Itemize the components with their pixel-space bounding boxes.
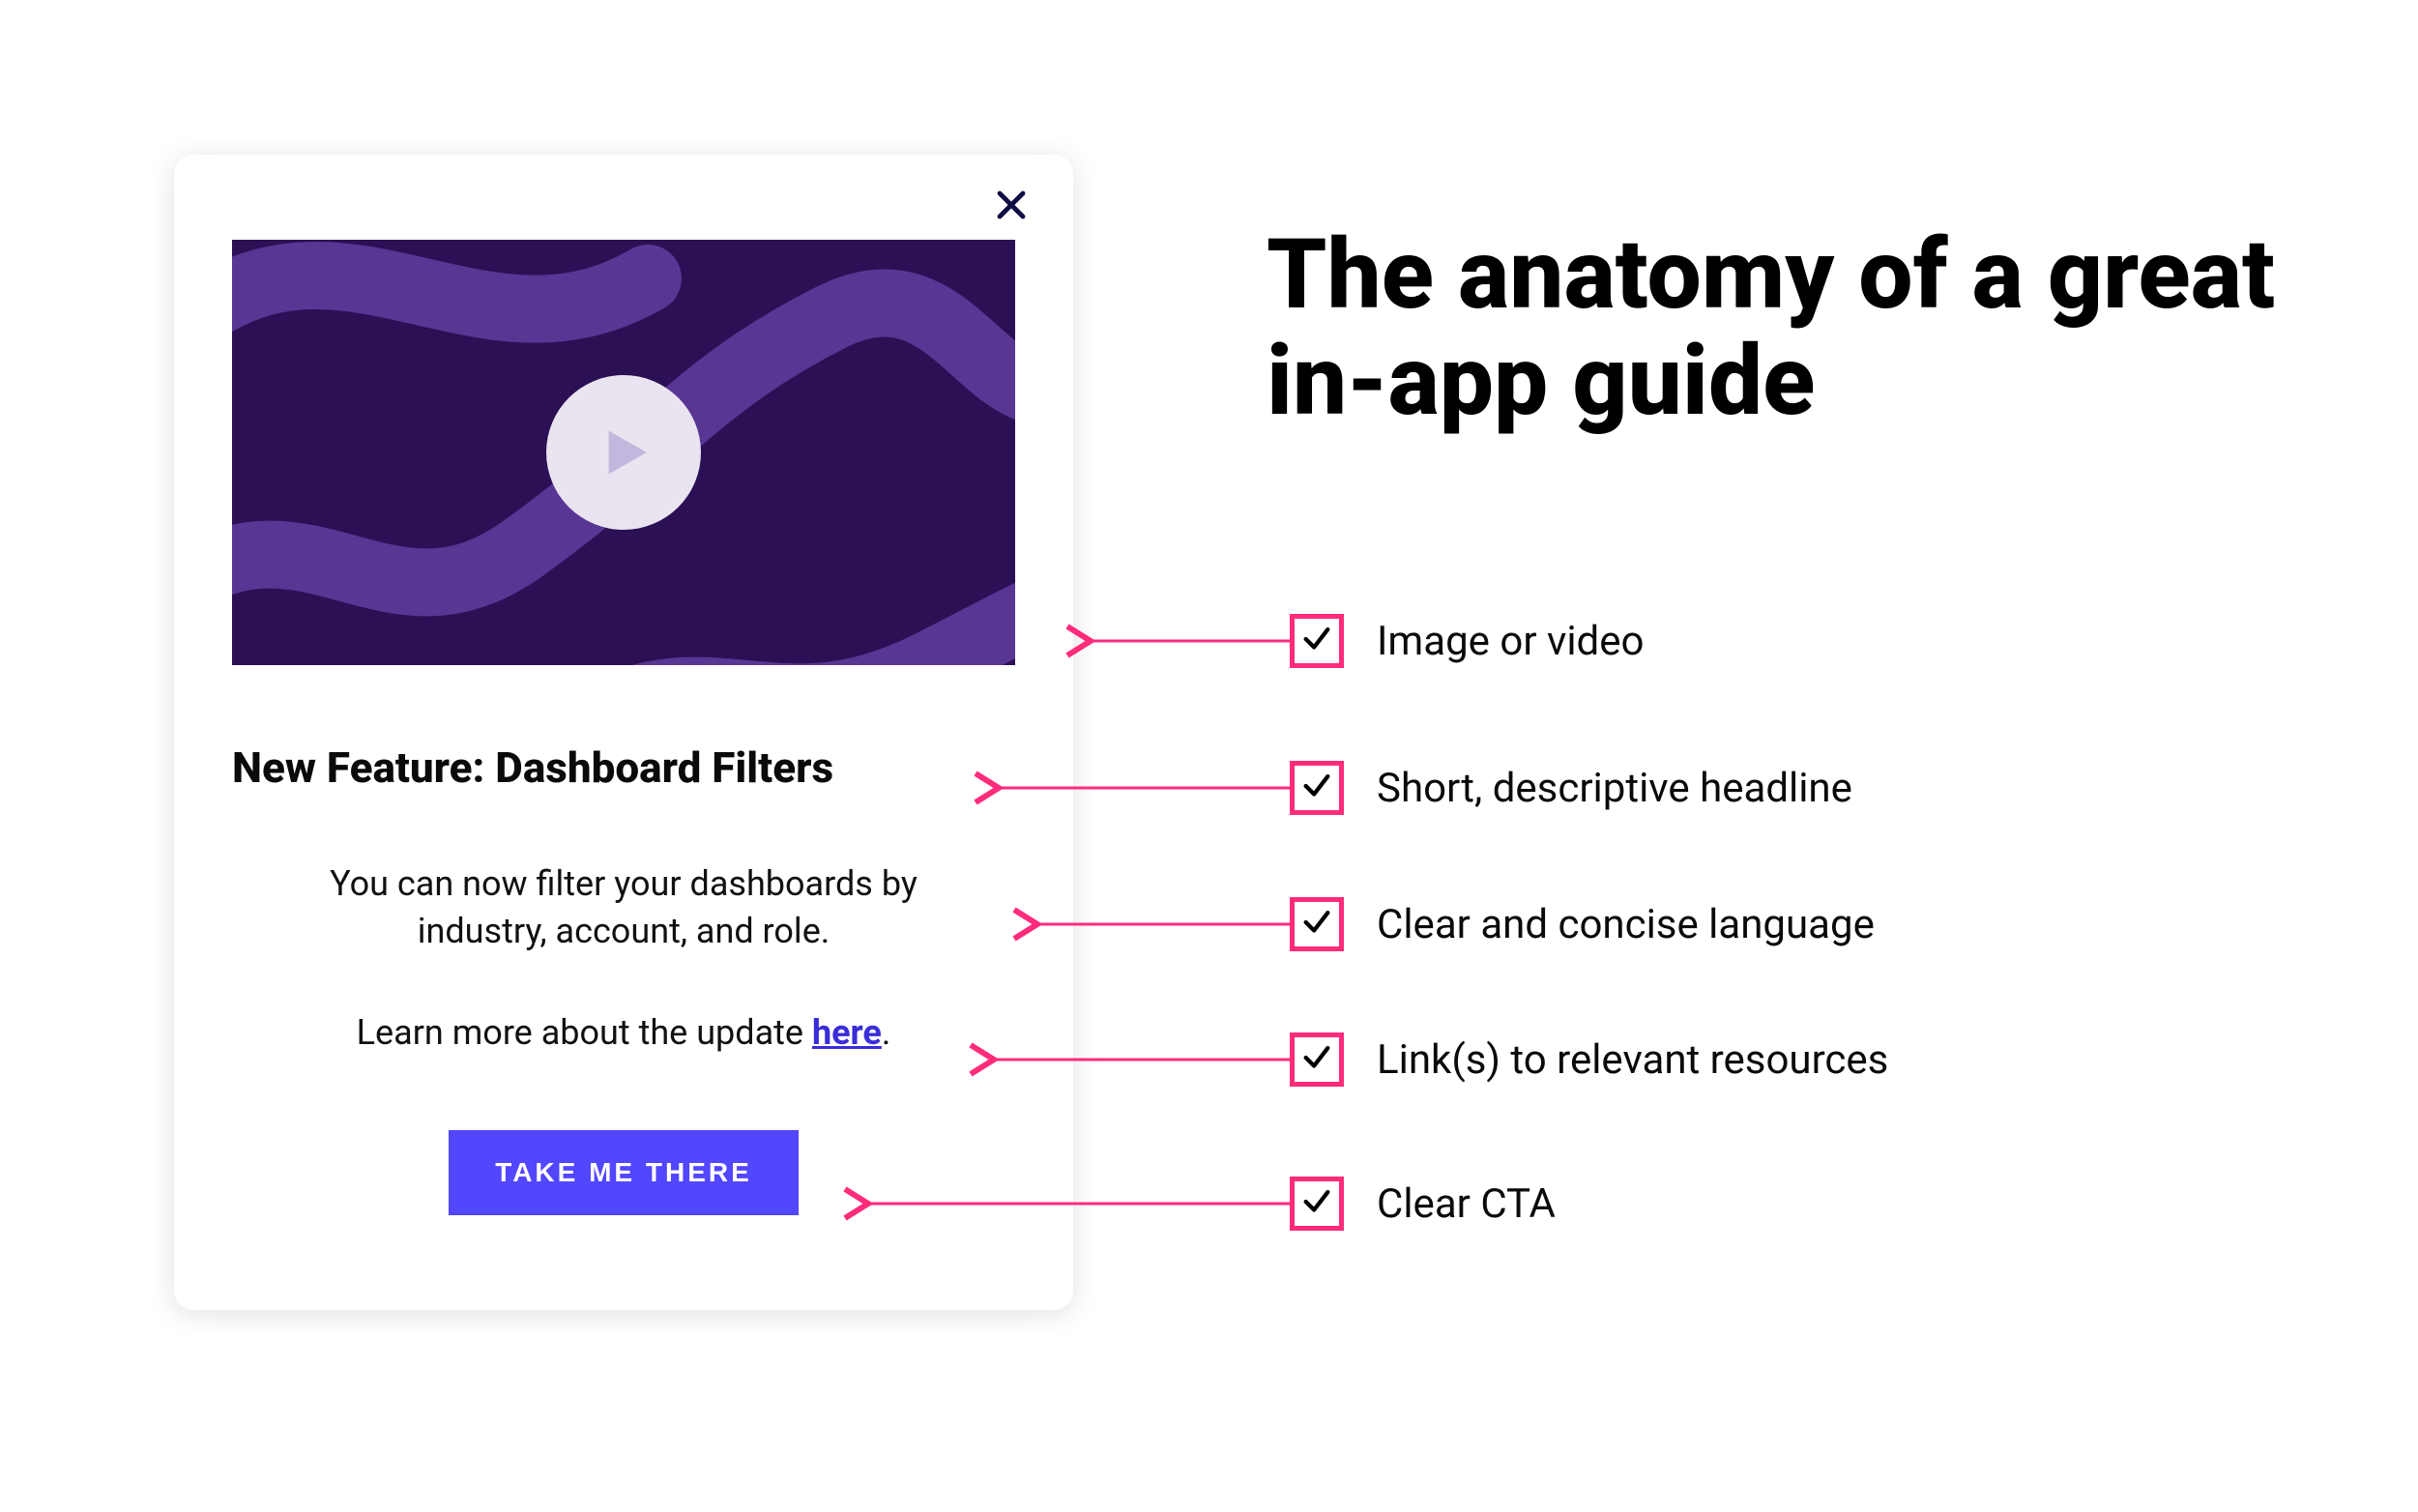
callout-arrow (856, 1192, 1290, 1215)
checklist-item: Clear and concise language (1290, 897, 1875, 951)
diagram-title: The anatomy of a great in-app guide (1267, 222, 2330, 435)
check-icon (1300, 623, 1333, 659)
callout-arrow (986, 776, 1290, 800)
checkbox (1290, 1032, 1344, 1087)
checkbox (1290, 614, 1344, 668)
checklist-label: Clear and concise language (1377, 901, 1875, 948)
checkbox (1290, 897, 1344, 951)
cta-button[interactable]: TAKE ME THERE (449, 1130, 799, 1215)
play-button[interactable] (546, 375, 701, 530)
checkbox (1290, 1177, 1344, 1231)
learn-more-link[interactable]: here (812, 1012, 882, 1053)
checklist-label: Short, descriptive headline (1377, 765, 1852, 812)
check-icon (1300, 1041, 1333, 1078)
check-icon (1300, 906, 1333, 943)
checklist-item: Image or video (1290, 614, 1644, 668)
close-icon (994, 188, 1029, 226)
checklist-label: Image or video (1377, 618, 1644, 665)
play-icon (590, 419, 657, 486)
check-icon (1300, 770, 1333, 806)
callout-arrow (1025, 913, 1290, 936)
video-thumbnail[interactable] (232, 240, 1015, 665)
checklist-item: Short, descriptive headline (1290, 761, 1852, 815)
guide-learn-more: Learn more about the update here. (232, 1012, 1015, 1053)
check-icon (1300, 1185, 1333, 1222)
guide-card: New Feature: Dashboard Filters You can n… (174, 155, 1073, 1310)
close-button[interactable] (988, 184, 1034, 230)
checklist-label: Clear CTA (1377, 1180, 1556, 1228)
learn-more-prefix: Learn more about the update (357, 1012, 812, 1053)
checklist-item: Clear CTA (1290, 1177, 1556, 1231)
checklist-label: Link(s) to relevant resources (1377, 1036, 1888, 1084)
learn-more-suffix: . (882, 1012, 891, 1053)
guide-body: You can now filter your dashboards by in… (232, 860, 1015, 954)
callout-arrow (1078, 629, 1290, 653)
guide-headline: New Feature: Dashboard Filters (232, 742, 1015, 793)
callout-arrow (981, 1048, 1290, 1071)
checklist-item: Link(s) to relevant resources (1290, 1032, 1888, 1087)
checkbox (1290, 761, 1344, 815)
